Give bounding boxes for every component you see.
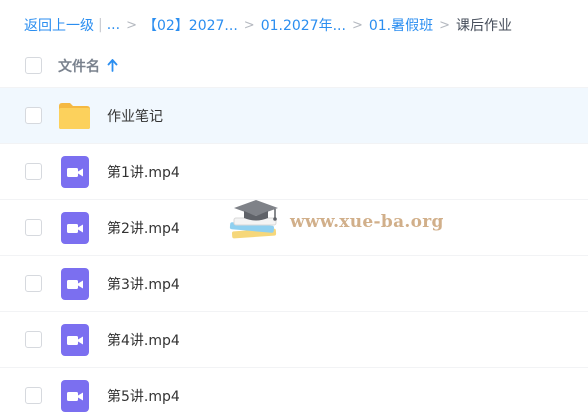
video-file-icon (58, 379, 91, 412)
file-row-folder[interactable]: 作业笔记 (0, 88, 588, 144)
breadcrumb-item-1[interactable]: 【02】2027... (143, 15, 238, 35)
breadcrumb-current: 课后作业 (456, 18, 513, 34)
chevron-right-icon: > (439, 17, 451, 33)
file-name[interactable]: 第4讲.mp4 (107, 330, 180, 350)
breadcrumb: 返回上一级 | ... > 【02】2027... > 01.2027年... … (24, 14, 512, 36)
row-checkbox[interactable] (25, 331, 42, 348)
breadcrumb-divider: | (98, 17, 103, 33)
file-name[interactable]: 作业笔记 (107, 106, 163, 126)
file-name[interactable]: 第5讲.mp4 (107, 386, 180, 406)
watermark-text: www.xue-ba.org (290, 212, 444, 232)
select-all-checkbox[interactable] (25, 57, 42, 74)
file-row-video[interactable]: 第5讲.mp4 (0, 368, 588, 420)
row-checkbox[interactable] (25, 163, 42, 180)
column-name-sort[interactable]: 文件名 (58, 56, 118, 76)
row-checkbox[interactable] (25, 219, 42, 236)
video-file-icon (58, 211, 91, 244)
file-row-video[interactable]: 第3讲.mp4 (0, 256, 588, 312)
file-row-video[interactable]: 第1讲.mp4 (0, 144, 588, 200)
chevron-right-icon: > (351, 17, 363, 33)
row-checkbox[interactable] (25, 387, 42, 404)
back-link[interactable]: 返回上一级 (24, 15, 94, 35)
graduation-cap-books-icon (229, 200, 278, 239)
chevron-right-icon: > (126, 17, 137, 33)
row-checkbox[interactable] (25, 107, 42, 124)
video-file-icon (58, 155, 91, 188)
folder-icon (58, 99, 91, 132)
chevron-right-icon: > (243, 17, 255, 33)
breadcrumb-item-2[interactable]: 01.2027年... (261, 15, 346, 35)
file-row-video[interactable]: 第4讲.mp4 (0, 312, 588, 368)
watermark: www.xue-ba.org (228, 196, 444, 248)
row-checkbox[interactable] (25, 275, 42, 292)
column-name-label: 文件名 (58, 58, 100, 75)
video-file-icon (58, 323, 91, 356)
breadcrumb-item-3[interactable]: 01.暑假班 (369, 15, 433, 35)
video-file-icon (58, 267, 91, 300)
file-name[interactable]: 第2讲.mp4 (107, 218, 180, 238)
file-list-header: 文件名 (0, 44, 588, 88)
file-name[interactable]: 第1讲.mp4 (107, 162, 180, 182)
breadcrumb-ellipsis[interactable]: ... (107, 17, 120, 33)
arrow-up-icon (107, 59, 118, 72)
file-name[interactable]: 第3讲.mp4 (107, 274, 180, 294)
